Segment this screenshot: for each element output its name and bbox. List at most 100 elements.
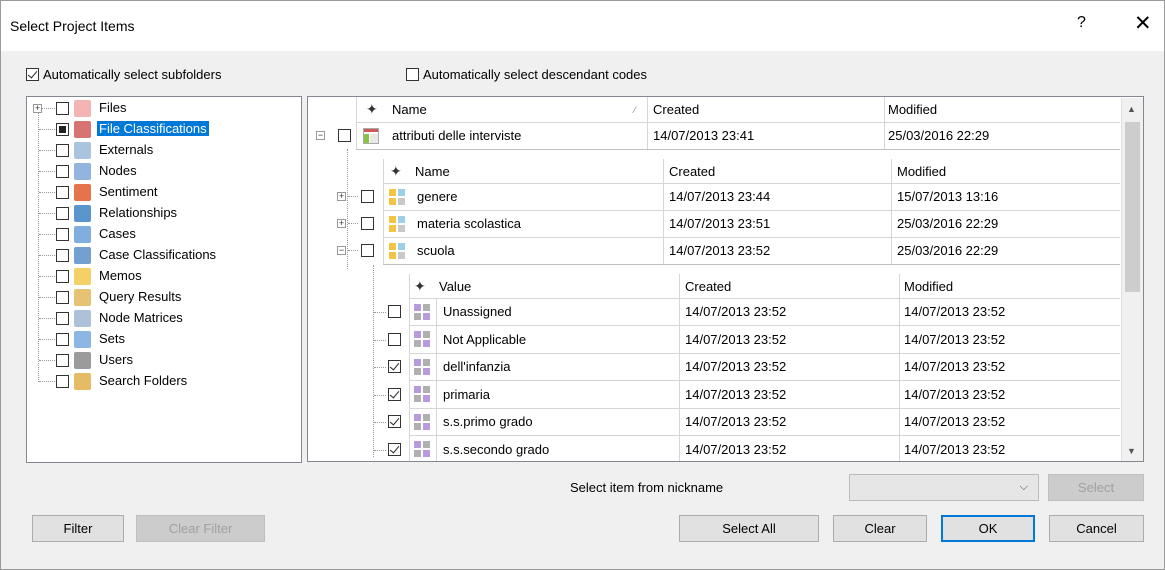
project-items-tree[interactable]: + Files File Classifications Externals Nodes…	[26, 96, 302, 463]
attribute-row[interactable]: + genere 14/07/2013 23:44 15/07/2013 13:…	[308, 183, 1120, 210]
classification-row[interactable]: − attributi delle interviste 14/07/2013 …	[308, 122, 1120, 149]
tree-item-checkbox[interactable]	[56, 333, 69, 346]
tree-item-checkbox[interactable]	[56, 102, 69, 115]
attribute-checkbox[interactable]	[361, 244, 374, 257]
name-column-header[interactable]: Name	[415, 164, 450, 179]
created-column-header[interactable]: Created	[685, 279, 731, 294]
value-row[interactable]: dell'infanzia 14/07/2013 23:52 14/07/201…	[308, 353, 1120, 380]
modified-column-header[interactable]: Modified	[897, 164, 946, 179]
value-row[interactable]: Unassigned 14/07/2013 23:52 14/07/2013 2…	[308, 298, 1120, 325]
select-nickname-button[interactable]: Select	[1048, 474, 1144, 501]
tree-item-label: Sentiment	[99, 184, 158, 199]
classification-checkbox[interactable]	[338, 129, 351, 142]
tree-item-relationships[interactable]: Relationships	[27, 203, 297, 224]
tree-item-checkbox[interactable]	[56, 186, 69, 199]
value-checkbox[interactable]	[388, 442, 401, 456]
tree-item-checkbox[interactable]	[56, 207, 69, 220]
clear-button[interactable]: Clear	[833, 515, 927, 542]
name-column-header[interactable]: Name	[392, 102, 427, 117]
ok-button[interactable]: OK	[941, 515, 1035, 542]
value-row[interactable]: s.s.secondo grado 14/07/2013 23:52 14/07…	[308, 436, 1120, 462]
nickname-combobox[interactable]: ⌵	[849, 474, 1039, 501]
tree-item-checkbox[interactable]	[56, 291, 69, 304]
modified-column-header[interactable]: Modified	[904, 279, 953, 294]
value-header-row: ✦ Value Created Modified	[308, 274, 1120, 299]
tree-item-checkbox[interactable]	[56, 228, 69, 241]
modified-column-header[interactable]: Modified	[888, 102, 937, 117]
tree-item-checkbox[interactable]	[56, 270, 69, 283]
auto-select-descendant-option[interactable]: Automatically select descendant codes	[406, 67, 647, 82]
attribute-created: 14/07/2013 23:51	[669, 216, 771, 231]
value-modified: 14/07/2013 23:52	[904, 386, 1006, 402]
attribute-icon	[389, 188, 405, 205]
value-checkbox[interactable]	[388, 360, 401, 373]
scroll-up-icon[interactable]: ▲	[1127, 104, 1136, 114]
value-checkbox[interactable]	[388, 305, 401, 318]
pin-icon[interactable]: ✦	[390, 163, 402, 180]
scrollbar-thumb[interactable]	[1125, 122, 1140, 292]
attribute-row[interactable]: + materia scolastica 14/07/2013 23:51 25…	[308, 210, 1120, 237]
auto-select-descendant-checkbox[interactable]	[406, 68, 419, 81]
sets-icon	[74, 331, 91, 348]
tree-item-cases[interactable]: Cases	[27, 224, 297, 245]
attribute-row[interactable]: − scuola 14/07/2013 23:52 25/03/2016 22:…	[308, 237, 1120, 264]
tree-item-query-results[interactable]: Query Results	[27, 287, 297, 308]
items-grid[interactable]: ✦ Name ⁄ Created Modified − attributi de…	[307, 96, 1144, 462]
tree-item-checkbox[interactable]	[56, 354, 69, 367]
tree-item-checkbox[interactable]	[56, 249, 69, 262]
attribute-checkbox[interactable]	[361, 190, 374, 203]
scroll-down-icon[interactable]: ▼	[1127, 446, 1136, 456]
tree-item-label: Cases	[99, 226, 136, 241]
tree-item-checkbox[interactable]	[56, 312, 69, 325]
expand-icon[interactable]: +	[33, 104, 42, 113]
tree-item-checkbox[interactable]	[56, 144, 69, 157]
tree-item-label: Search Folders	[99, 373, 188, 388]
help-button[interactable]: ?	[1077, 14, 1086, 32]
tree-item-search-folders[interactable]: Search Folders	[27, 371, 297, 392]
value-modified: 14/07/2013 23:52	[904, 304, 1006, 319]
value-row[interactable]: primaria 14/07/2013 23:52 14/07/2013 23:…	[308, 381, 1120, 408]
value-row[interactable]: s.s.primo grado 14/07/2013 23:52 14/07/2…	[308, 408, 1120, 435]
node-matrices-icon	[74, 310, 91, 327]
close-button[interactable]: ✕	[1134, 11, 1152, 36]
auto-select-subfolders-option[interactable]: Automatically select subfolders	[26, 67, 221, 82]
collapse-icon[interactable]: −	[316, 131, 325, 140]
pin-icon[interactable]: ✦	[414, 278, 426, 295]
value-name: s.s.primo grado	[443, 414, 533, 429]
expand-icon[interactable]: +	[337, 192, 346, 201]
attribute-checkbox[interactable]	[361, 217, 374, 230]
tree-item-externals[interactable]: Externals	[27, 140, 297, 161]
tree-item-checkbox[interactable]	[56, 165, 69, 178]
tree-item-sets[interactable]: Sets	[27, 329, 297, 350]
cancel-button[interactable]: Cancel	[1049, 515, 1144, 542]
value-icon	[414, 413, 430, 430]
tree-item-case-classifications[interactable]: Case Classifications	[27, 245, 297, 266]
attribute-created: 14/07/2013 23:52	[669, 243, 771, 258]
created-column-header[interactable]: Created	[669, 164, 715, 179]
tree-item-memos[interactable]: Memos	[27, 266, 297, 287]
auto-select-subfolders-checkbox[interactable]	[26, 68, 39, 81]
created-column-header[interactable]: Created	[653, 102, 699, 117]
tree-item-label: Memos	[99, 268, 142, 283]
value-checkbox[interactable]	[388, 415, 401, 428]
expand-icon[interactable]: +	[337, 219, 346, 228]
clear-filter-button[interactable]: Clear Filter	[136, 515, 265, 542]
tree-item-checkbox[interactable]	[56, 123, 69, 136]
tree-item-users[interactable]: Users	[27, 350, 297, 371]
pin-icon[interactable]: ✦	[366, 101, 378, 118]
tree-item-files[interactable]: + Files	[27, 98, 297, 119]
grid-scrollbar[interactable]: ▲ ▼	[1121, 98, 1143, 461]
filter-button[interactable]: Filter	[32, 515, 124, 542]
expand-icon[interactable]: −	[337, 246, 346, 255]
tree-item-sentiment[interactable]: Sentiment	[27, 182, 297, 203]
select-all-button[interactable]: Select All	[679, 515, 819, 542]
value-row[interactable]: Not Applicable 14/07/2013 23:52 14/07/20…	[308, 326, 1120, 353]
value-checkbox[interactable]	[388, 332, 401, 346]
tree-item-nodes[interactable]: Nodes	[27, 161, 297, 182]
attribute-icon	[389, 215, 405, 232]
value-checkbox[interactable]	[388, 387, 401, 401]
tree-item-node-matrices[interactable]: Node Matrices	[27, 308, 297, 329]
tree-item-file-classifications[interactable]: File Classifications	[27, 119, 297, 140]
value-column-header[interactable]: Value	[439, 279, 471, 294]
tree-item-checkbox[interactable]	[56, 375, 69, 388]
